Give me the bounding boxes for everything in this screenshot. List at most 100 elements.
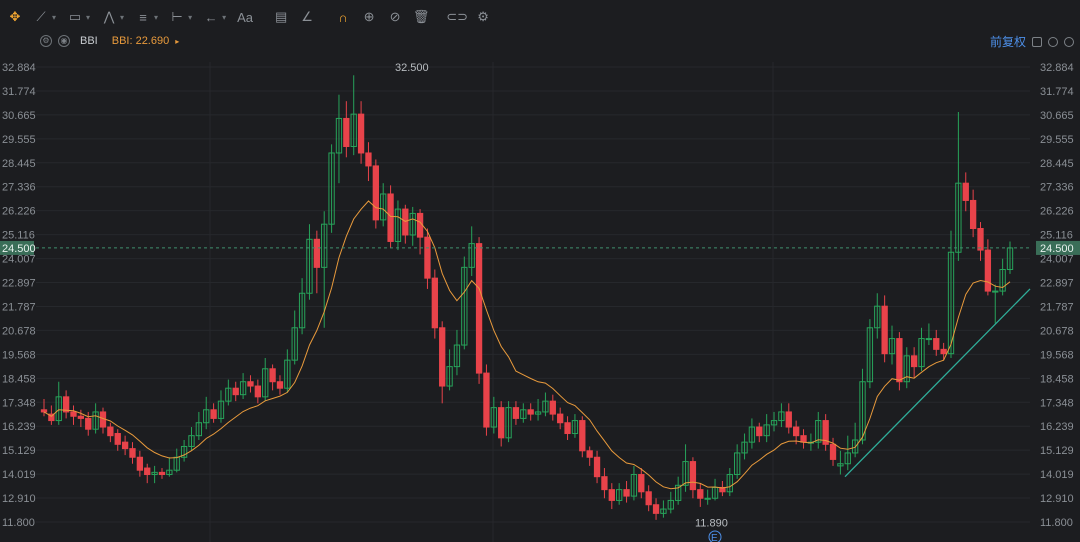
y-tick-label-right: 14.019 bbox=[1040, 469, 1074, 481]
candle-down bbox=[527, 409, 534, 415]
angle-tool-icon[interactable]: ∠ bbox=[296, 6, 318, 28]
note-tool-icon[interactable]: ▤ bbox=[270, 6, 292, 28]
chevron-down-icon[interactable]: ▾ bbox=[222, 13, 226, 22]
candle-down bbox=[933, 338, 940, 350]
candle-down bbox=[387, 193, 394, 242]
drawing-toolbar: ✥ ⟋ ▾ ▭ ▾ ⋀ ▾ ≡ ▾ ⊢ ▾ ← ▾ Aa ▤ ∠ ∩ ⊕ ⊘ 🗑 ⊂⊃ ⚙ bbox=[0, 0, 1080, 34]
price-chart[interactable]: 32.884 32.884 31.774 31.774 30.665 30.665 29.5… bbox=[0, 50, 1080, 542]
hide-tool-icon[interactable]: ⊘ bbox=[384, 6, 406, 28]
candle-down bbox=[114, 433, 121, 445]
chevron-down-icon[interactable]: ▾ bbox=[154, 13, 158, 22]
close-icon[interactable] bbox=[1064, 36, 1074, 47]
candle-down bbox=[829, 443, 837, 460]
y-tick-label-left: 11.800 bbox=[2, 517, 35, 529]
candle-up bbox=[992, 290, 999, 293]
y-tick-label-right: 19.568 bbox=[1040, 349, 1074, 361]
chevron-down-icon[interactable]: ▾ bbox=[188, 13, 192, 22]
y-tick-label-right: 22.897 bbox=[1040, 278, 1074, 290]
candle-down bbox=[792, 426, 800, 437]
indicator-settings-icon[interactable]: ⚙ bbox=[40, 35, 52, 47]
indicator-name[interactable]: BBI bbox=[80, 35, 98, 47]
rectangle-tool-icon[interactable]: ▭ bbox=[64, 6, 86, 28]
chart-header-right: 前复权 bbox=[990, 33, 1074, 50]
text-tool-icon[interactable]: Aa bbox=[234, 6, 256, 28]
indicator-expand-icon[interactable]: ▸ bbox=[175, 37, 179, 46]
y-tick-label-right: 12.910 bbox=[1040, 493, 1074, 505]
candle-down bbox=[210, 409, 217, 419]
y-tick-label-left: 27.336 bbox=[2, 182, 36, 194]
y-tick-label-right: 29.555 bbox=[1040, 134, 1074, 146]
y-tick-label-right: 24.007 bbox=[1040, 254, 1074, 266]
delete-tool-icon[interactable]: 🗑 bbox=[410, 6, 432, 28]
y-tick-label-left: 21.787 bbox=[2, 301, 36, 313]
candle-down bbox=[144, 467, 151, 476]
magnet-tool-icon[interactable]: ∩ bbox=[332, 6, 354, 28]
trend-line-tool-icon[interactable]: ⟋ bbox=[30, 6, 52, 28]
candle-down bbox=[372, 165, 379, 221]
candle-down bbox=[247, 381, 254, 387]
measure-tool-icon[interactable]: ⊢ bbox=[166, 6, 188, 28]
y-tick-label-left: 25.116 bbox=[2, 230, 35, 242]
maximize-icon[interactable] bbox=[1032, 36, 1042, 47]
y-tick-label-right: 21.787 bbox=[1040, 301, 1074, 313]
candle-down bbox=[77, 415, 85, 419]
candle-down bbox=[800, 435, 807, 443]
high-price-annotation: 32.500 bbox=[395, 62, 429, 74]
lock-tool-icon[interactable]: ⊕ bbox=[358, 6, 380, 28]
y-tick-label-right: 27.336 bbox=[1040, 182, 1074, 194]
indicator-value: BBI: 22.690 bbox=[111, 35, 170, 47]
y-tick-label-right: 16.239 bbox=[1040, 421, 1074, 433]
candle-up bbox=[704, 497, 711, 500]
candle-down bbox=[357, 113, 365, 154]
candle-down bbox=[638, 474, 645, 493]
indicator-visibility-icon[interactable]: ◉ bbox=[58, 35, 70, 47]
y-tick-label-left: 26.226 bbox=[2, 206, 36, 218]
candle-down bbox=[424, 236, 431, 279]
candle-down bbox=[896, 338, 903, 383]
y-tick-label-left: 30.665 bbox=[2, 110, 36, 122]
candle-down bbox=[498, 407, 505, 439]
current-price-label-right: 24.500 bbox=[1040, 243, 1074, 255]
price-adjust-button[interactable]: 前复权 bbox=[990, 33, 1026, 50]
chevron-down-icon[interactable]: ▾ bbox=[120, 13, 124, 22]
pattern-tool-icon[interactable]: ⋀ bbox=[98, 6, 120, 28]
candle-down bbox=[129, 448, 136, 458]
y-tick-label-right: 11.800 bbox=[1040, 517, 1073, 529]
y-tick-label-left: 22.897 bbox=[2, 278, 36, 290]
candle-down bbox=[254, 385, 262, 398]
y-tick-label-right: 15.129 bbox=[1040, 445, 1074, 457]
candle-down bbox=[756, 426, 763, 437]
arrow-tool-icon[interactable]: ← bbox=[200, 6, 222, 28]
candle-down bbox=[881, 305, 888, 355]
candle-down bbox=[697, 489, 704, 499]
y-tick-label-right: 28.445 bbox=[1040, 158, 1074, 170]
fibonacci-tool-icon[interactable]: ≡ bbox=[132, 6, 154, 28]
candle-down bbox=[623, 489, 630, 497]
candle-down bbox=[70, 411, 77, 417]
candle-down bbox=[276, 381, 284, 389]
candle-down bbox=[439, 327, 446, 387]
minimize-icon[interactable] bbox=[1048, 36, 1058, 47]
low-price-annotation: 11.890 bbox=[695, 517, 728, 529]
chevron-down-icon[interactable]: ▾ bbox=[52, 13, 56, 22]
y-tick-label-left: 12.910 bbox=[2, 493, 36, 505]
candle-down bbox=[969, 199, 977, 230]
candle-up bbox=[925, 338, 933, 341]
y-tick-label-left: 24.007 bbox=[2, 254, 36, 266]
y-tick-label-left: 19.568 bbox=[2, 349, 36, 361]
candle-down bbox=[232, 387, 239, 396]
candle-down bbox=[557, 413, 564, 424]
candle-down bbox=[652, 504, 660, 514]
candle-down bbox=[402, 208, 409, 236]
link-tool-icon[interactable]: ⊂⊃ bbox=[446, 6, 468, 28]
settings-tool-icon[interactable]: ⚙ bbox=[472, 6, 494, 28]
candle-down bbox=[984, 249, 992, 292]
current-price-label-left: 24.500 bbox=[2, 243, 36, 255]
y-tick-label-right: 32.884 bbox=[1040, 62, 1074, 74]
chevron-down-icon[interactable]: ▾ bbox=[86, 13, 90, 22]
candle-down bbox=[158, 471, 166, 476]
candle-down bbox=[940, 348, 947, 355]
candle-down bbox=[608, 489, 615, 501]
crosshair-tool-icon[interactable]: ✥ bbox=[4, 6, 26, 28]
candle-down bbox=[962, 182, 969, 201]
